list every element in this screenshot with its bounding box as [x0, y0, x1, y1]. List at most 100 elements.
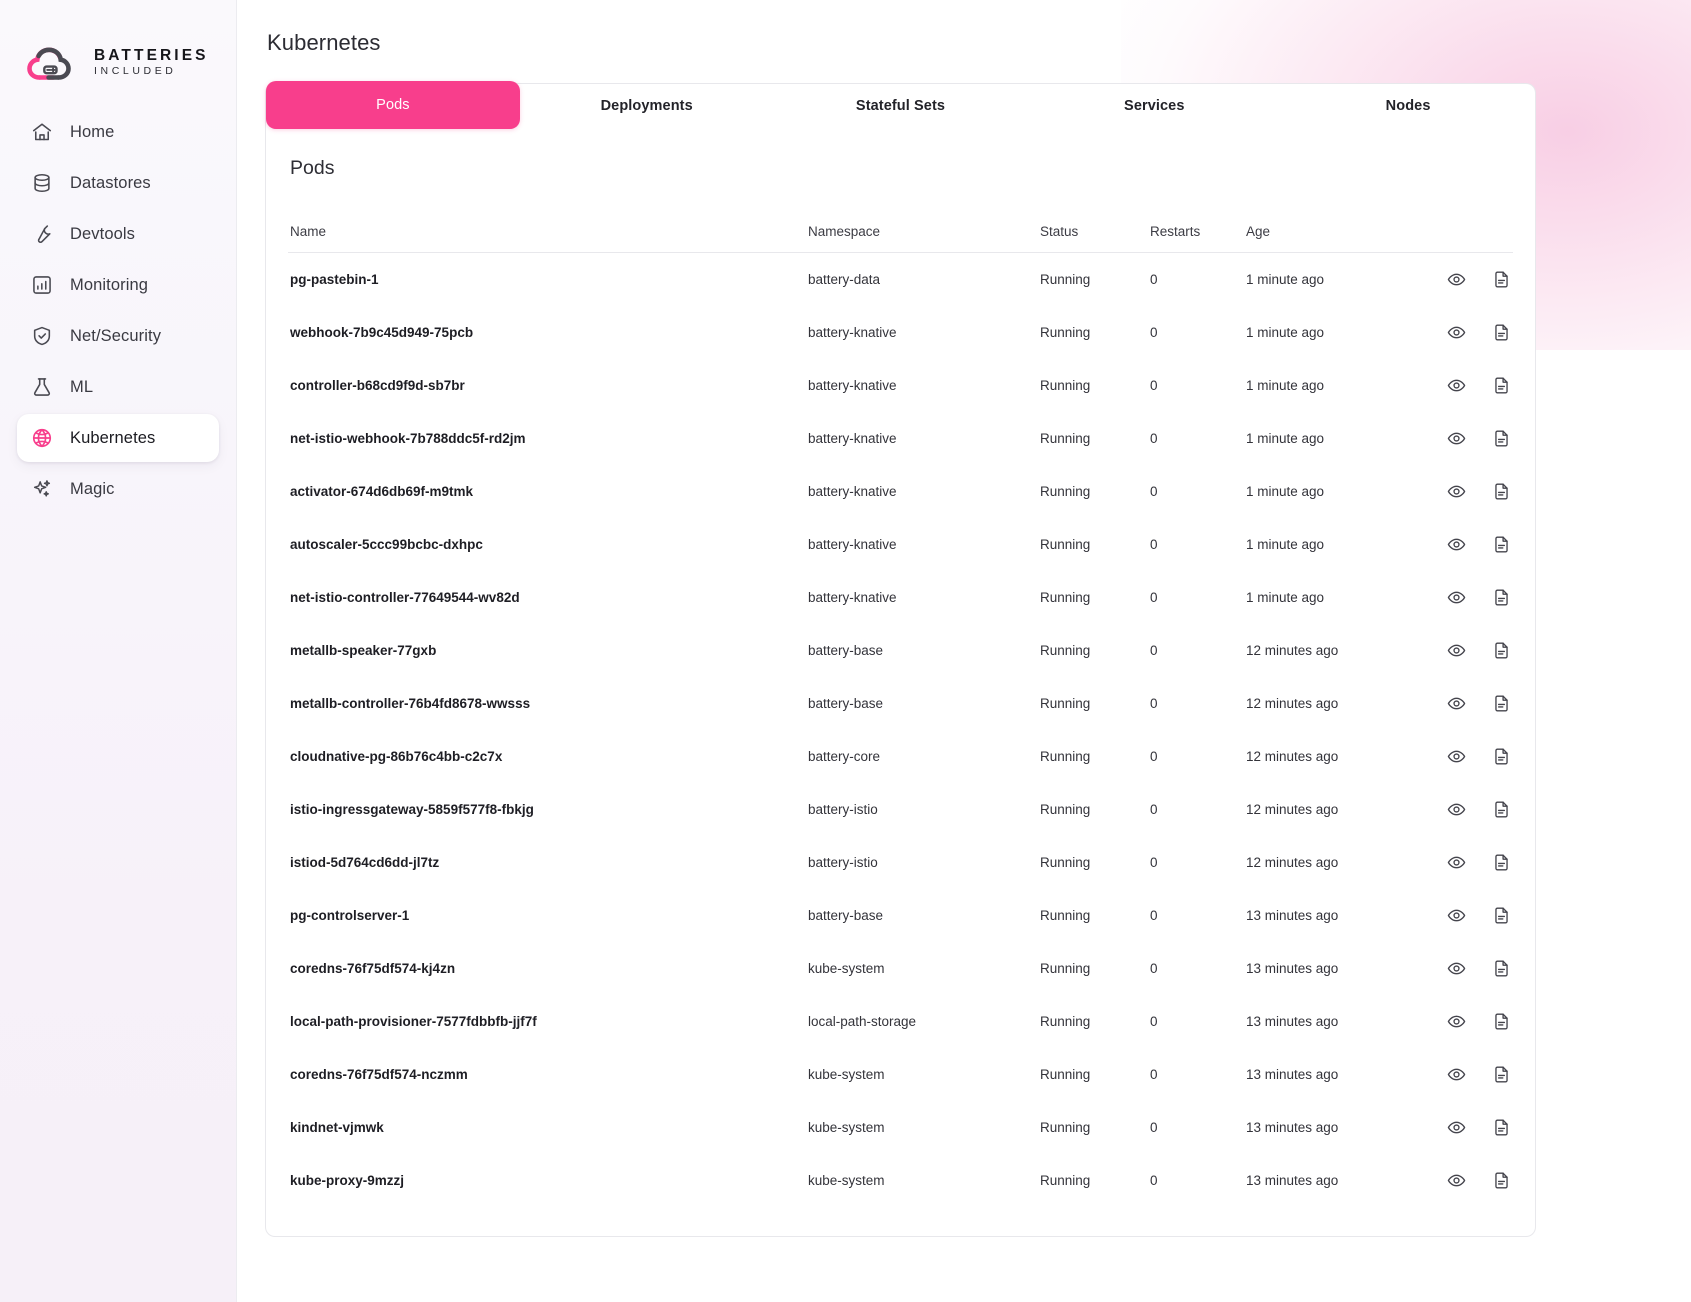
- eye-icon[interactable]: [1447, 853, 1466, 872]
- file-text-icon[interactable]: [1492, 906, 1511, 925]
- table-row[interactable]: metallb-controller-76b4fd8678-wwsss batt…: [288, 677, 1513, 730]
- sidebar: BATTERIES INCLUDED Home Datastores Devto…: [0, 0, 237, 1302]
- cell-actions: [1442, 995, 1513, 1048]
- sidebar-item-label: Home: [70, 122, 115, 141]
- sidebar-item-home[interactable]: Home: [17, 108, 219, 156]
- cell-status: Running: [1040, 855, 1091, 870]
- column-header-name[interactable]: Name: [288, 224, 808, 253]
- file-text-icon[interactable]: [1492, 800, 1511, 819]
- eye-icon[interactable]: [1447, 323, 1466, 342]
- eye-icon[interactable]: [1447, 641, 1466, 660]
- file-text-icon[interactable]: [1492, 482, 1511, 501]
- file-text-icon[interactable]: [1492, 588, 1511, 607]
- table-row[interactable]: net-istio-controller-77649544-wv82d batt…: [288, 571, 1513, 624]
- column-header-restarts[interactable]: Restarts: [1150, 224, 1246, 253]
- brand-logo[interactable]: BATTERIES INCLUDED: [0, 0, 236, 96]
- file-text-icon[interactable]: [1492, 747, 1511, 766]
- cell-namespace: battery-base: [808, 696, 884, 711]
- eye-icon[interactable]: [1447, 535, 1466, 554]
- cell-namespace: battery-istio: [808, 802, 878, 817]
- file-text-icon[interactable]: [1492, 535, 1511, 554]
- file-text-icon[interactable]: [1492, 270, 1511, 289]
- table-row[interactable]: pg-pastebin-1 battery-data Running 0 1 m…: [288, 253, 1513, 307]
- file-text-icon[interactable]: [1492, 853, 1511, 872]
- cell-pod-name: istiod-5d764cd6dd-jl7tz: [290, 855, 440, 870]
- eye-icon[interactable]: [1447, 1118, 1466, 1137]
- eye-icon[interactable]: [1447, 906, 1466, 925]
- file-text-icon[interactable]: [1492, 323, 1511, 342]
- eye-icon[interactable]: [1447, 1065, 1466, 1084]
- eye-icon[interactable]: [1447, 376, 1466, 395]
- table-row[interactable]: coredns-76f75df574-kj4zn kube-system Run…: [288, 942, 1513, 995]
- sidebar-item-datastores[interactable]: Datastores: [17, 159, 219, 207]
- sidebar-item-magic[interactable]: Magic: [17, 465, 219, 513]
- file-text-icon[interactable]: [1492, 694, 1511, 713]
- cell-pod-name: webhook-7b9c45d949-75pcb: [290, 325, 474, 340]
- cell-pod-name: local-path-provisioner-7577fdbbfb-jjf7f: [290, 1014, 537, 1029]
- cell-pod-name: activator-674d6db69f-m9tmk: [290, 484, 474, 499]
- cell-pod-name: coredns-76f75df574-kj4zn: [290, 961, 456, 976]
- tab-deployments[interactable]: Deployments: [520, 84, 774, 127]
- sidebar-item-monitoring[interactable]: Monitoring: [17, 261, 219, 309]
- table-row[interactable]: webhook-7b9c45d949-75pcb battery-knative…: [288, 306, 1513, 359]
- page-title: Kubernetes: [267, 30, 381, 55]
- cell-restarts: 0: [1150, 590, 1158, 605]
- column-header-status[interactable]: Status: [1040, 224, 1150, 253]
- cell-restarts: 0: [1150, 696, 1158, 711]
- eye-icon[interactable]: [1447, 270, 1466, 289]
- table-row[interactable]: cloudnative-pg-86b76c4bb-c2c7x battery-c…: [288, 730, 1513, 783]
- pods-table: Name Namespace Status Restarts Age pg-pa…: [288, 224, 1513, 1207]
- wrench-icon: [31, 223, 53, 245]
- eye-icon[interactable]: [1447, 959, 1466, 978]
- column-header-namespace[interactable]: Namespace: [808, 224, 1040, 253]
- table-row[interactable]: coredns-76f75df574-nczmm kube-system Run…: [288, 1048, 1513, 1101]
- table-row[interactable]: istiod-5d764cd6dd-jl7tz battery-istio Ru…: [288, 836, 1513, 889]
- tab-stateful-sets[interactable]: Stateful Sets: [774, 84, 1028, 127]
- table-row[interactable]: istio-ingressgateway-5859f577f8-fbkjg ba…: [288, 783, 1513, 836]
- globe-icon: [31, 427, 53, 449]
- sidebar-item-ml[interactable]: ML: [17, 363, 219, 411]
- cell-namespace: kube-system: [808, 1173, 885, 1188]
- file-text-icon[interactable]: [1492, 1171, 1511, 1190]
- table-row[interactable]: local-path-provisioner-7577fdbbfb-jjf7f …: [288, 995, 1513, 1048]
- table-row[interactable]: autoscaler-5ccc99bcbc-dxhpc battery-knat…: [288, 518, 1513, 571]
- cell-restarts: 0: [1150, 537, 1158, 552]
- table-row[interactable]: pg-controlserver-1 battery-base Running …: [288, 889, 1513, 942]
- eye-icon[interactable]: [1447, 1171, 1466, 1190]
- cell-actions: [1442, 889, 1513, 942]
- eye-icon[interactable]: [1447, 1012, 1466, 1031]
- cell-restarts: 0: [1150, 855, 1158, 870]
- file-text-icon[interactable]: [1492, 1012, 1511, 1031]
- sidebar-item-net-security[interactable]: Net/Security: [17, 312, 219, 360]
- tab-nodes[interactable]: Nodes: [1281, 84, 1535, 127]
- eye-icon[interactable]: [1447, 588, 1466, 607]
- brand-title: BATTERIES: [94, 47, 209, 65]
- table-row[interactable]: kindnet-vjmwk kube-system Running 0 13 m…: [288, 1101, 1513, 1154]
- file-text-icon[interactable]: [1492, 1118, 1511, 1137]
- sidebar-item-devtools[interactable]: Devtools: [17, 210, 219, 258]
- file-text-icon[interactable]: [1492, 641, 1511, 660]
- table-row[interactable]: controller-b68cd9f9d-sb7br battery-knati…: [288, 359, 1513, 412]
- file-text-icon[interactable]: [1492, 376, 1511, 395]
- file-text-icon[interactable]: [1492, 959, 1511, 978]
- eye-icon[interactable]: [1447, 429, 1466, 448]
- file-text-icon[interactable]: [1492, 429, 1511, 448]
- tab-pods[interactable]: Pods: [266, 81, 520, 129]
- eye-icon[interactable]: [1447, 482, 1466, 501]
- table-row[interactable]: metallb-speaker-77gxb battery-base Runni…: [288, 624, 1513, 677]
- home-icon: [31, 121, 53, 143]
- cell-age: 12 minutes ago: [1246, 802, 1339, 817]
- eye-icon[interactable]: [1447, 800, 1466, 819]
- cell-actions: [1442, 730, 1513, 783]
- file-text-icon[interactable]: [1492, 1065, 1511, 1084]
- tab-services[interactable]: Services: [1027, 84, 1281, 127]
- table-body: pg-pastebin-1 battery-data Running 0 1 m…: [288, 253, 1513, 1208]
- column-header-age[interactable]: Age: [1246, 224, 1442, 253]
- table-row[interactable]: kube-proxy-9mzzj kube-system Running 0 1…: [288, 1154, 1513, 1207]
- cell-namespace: battery-base: [808, 643, 884, 658]
- table-row[interactable]: activator-674d6db69f-m9tmk battery-knati…: [288, 465, 1513, 518]
- sidebar-item-kubernetes[interactable]: Kubernetes: [17, 414, 219, 462]
- eye-icon[interactable]: [1447, 747, 1466, 766]
- table-row[interactable]: net-istio-webhook-7b788ddc5f-rd2jm batte…: [288, 412, 1513, 465]
- eye-icon[interactable]: [1447, 694, 1466, 713]
